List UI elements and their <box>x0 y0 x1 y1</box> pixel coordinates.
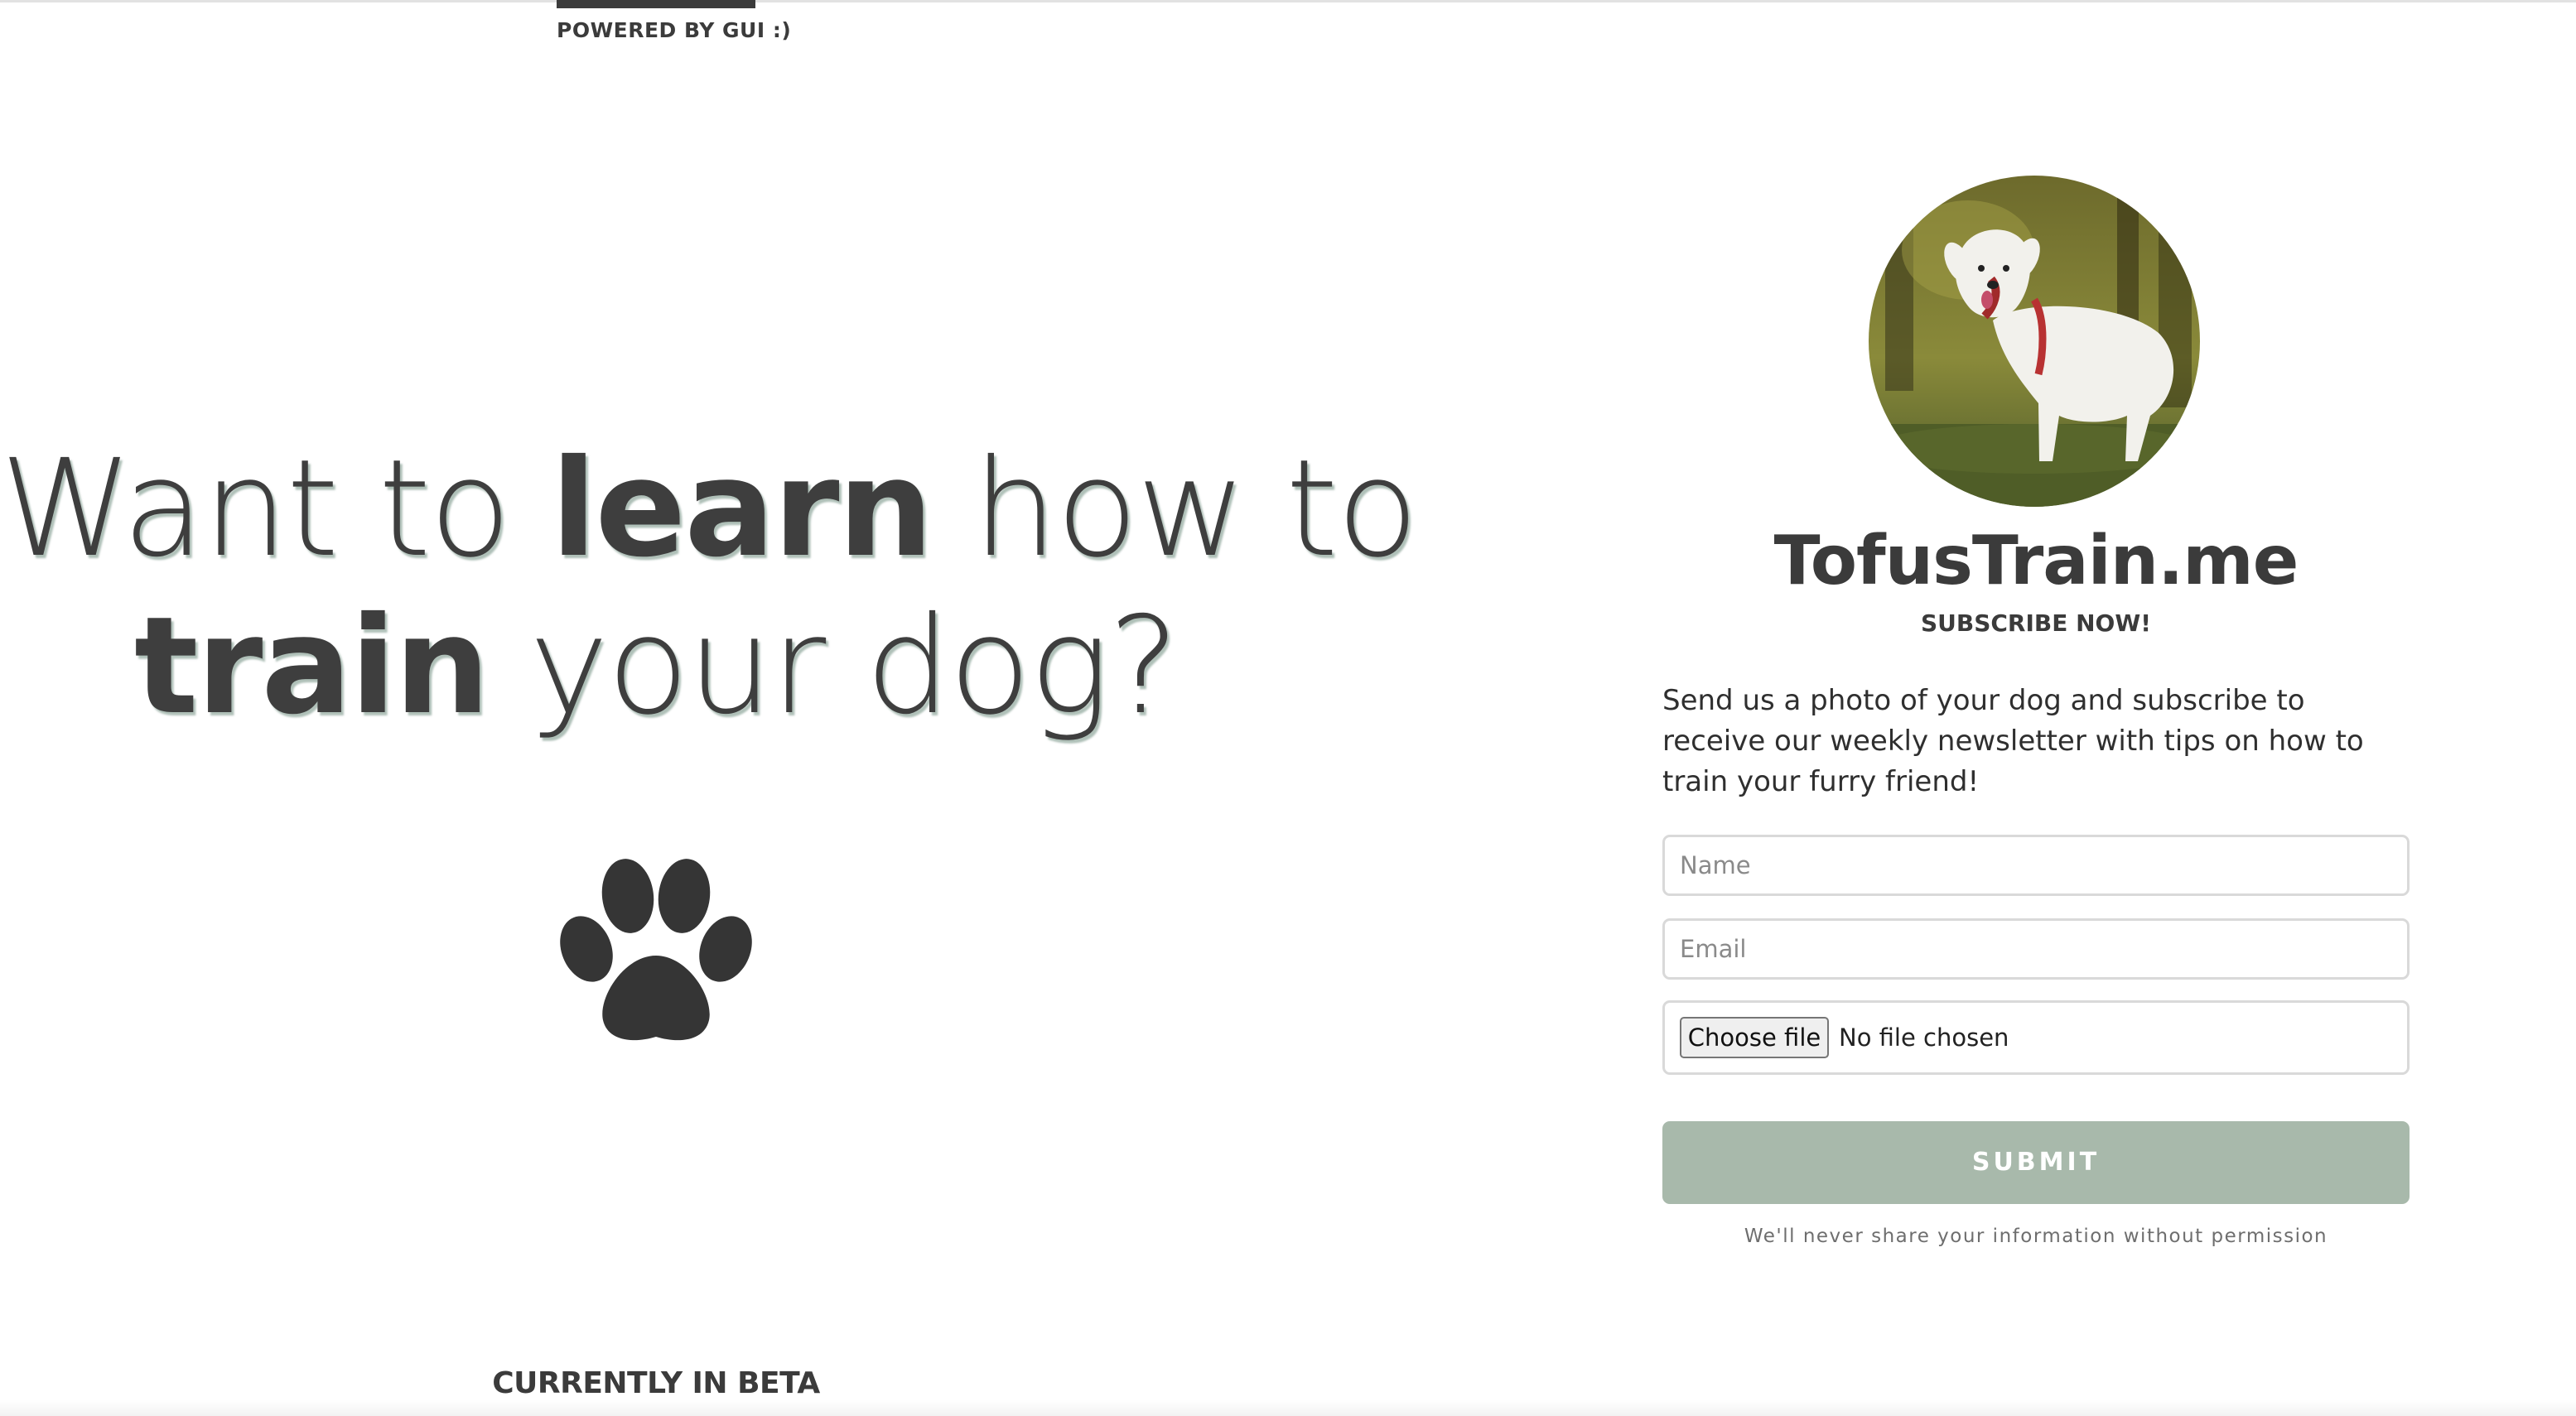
file-status-text: No file chosen <box>1839 1023 2009 1052</box>
subscribe-heading: SUBSCRIBE NOW! <box>1920 609 2152 637</box>
hero-train-word: train <box>134 589 490 744</box>
landing-page: POWERED BY GUI :) Want to learn how to t… <box>0 0 2576 1416</box>
email-input[interactable] <box>1662 918 2410 980</box>
choose-file-button[interactable]: Choose file <box>1680 1017 1829 1058</box>
name-input[interactable] <box>1662 835 2410 896</box>
top-divider <box>0 0 2576 2</box>
dog-photo <box>1869 176 2200 507</box>
brand-title: TofusTrain.me <box>1773 522 2299 600</box>
powered-by-tab: POWERED BY GUI :) <box>557 0 792 42</box>
beta-label: CURRENTLY IN BETA <box>492 1366 820 1400</box>
signup-intro-text: Send us a photo of your dog and subscrib… <box>1662 684 2364 798</box>
hero-learn-word: learn <box>550 431 933 587</box>
file-upload-field[interactable]: Choose file No file chosen <box>1662 1000 2410 1075</box>
bottom-shadow <box>0 1399 2576 1416</box>
hero-line-1: Want to learn how to <box>0 431 1419 587</box>
powered-by-label: POWERED BY GUI :) <box>557 18 792 42</box>
hero-headline: Want to learn how to train your dog? <box>0 431 1419 745</box>
paw-print-icon <box>560 859 752 1041</box>
submit-button[interactable]: SUBMIT <box>1662 1121 2410 1204</box>
privacy-note: We'll never share your information witho… <box>1744 1226 2328 1247</box>
hero-line-2: train your dog? <box>134 589 1179 744</box>
